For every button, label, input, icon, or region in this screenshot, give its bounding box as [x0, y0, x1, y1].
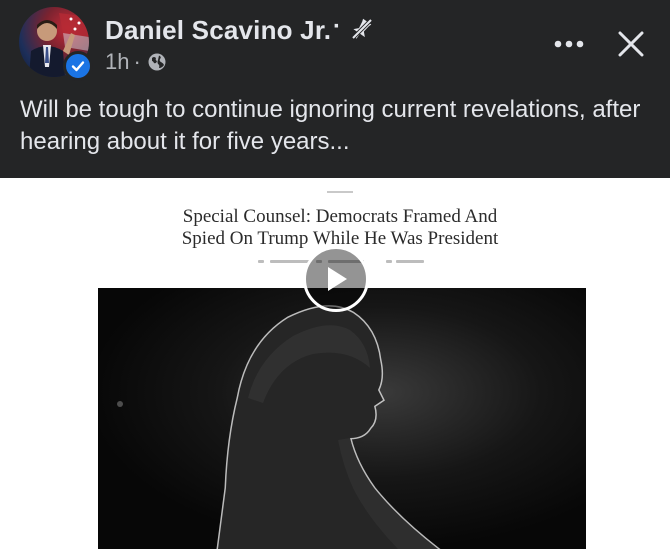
name-separator: ·: [333, 13, 341, 40]
article-headline-line1: Special Counsel: Democrats Framed And: [182, 206, 498, 227]
article-headline: Special Counsel: Democrats Framed And Sp…: [0, 206, 670, 250]
verified-check-icon: [63, 51, 93, 81]
play-button[interactable]: [303, 246, 369, 312]
silhouette-photo: [98, 288, 586, 549]
facebook-post-viewer: Daniel Scavino Jr. · 1h · Will be tough …: [0, 0, 670, 549]
post-meta: 1h ·: [105, 49, 167, 75]
post-timestamp[interactable]: 1h: [105, 49, 129, 75]
article-image: [98, 288, 586, 549]
play-icon: [328, 267, 347, 291]
article-divider: [327, 191, 353, 193]
post-header: Daniel Scavino Jr. · 1h · Will be tough …: [0, 0, 670, 178]
post-video[interactable]: Special Counsel: Democrats Framed And Sp…: [0, 178, 670, 549]
unfollow-icon[interactable]: [349, 16, 375, 42]
post-caption: Will be tough to continue ignoring curre…: [20, 96, 641, 155]
close-icon: [618, 31, 644, 57]
more-options-button[interactable]: [549, 26, 589, 62]
meta-separator: ·: [133, 49, 141, 74]
globe-icon: [147, 52, 167, 72]
more-horizontal-icon: [554, 40, 584, 48]
close-button[interactable]: [611, 24, 651, 64]
author-name[interactable]: Daniel Scavino Jr.: [105, 15, 331, 46]
